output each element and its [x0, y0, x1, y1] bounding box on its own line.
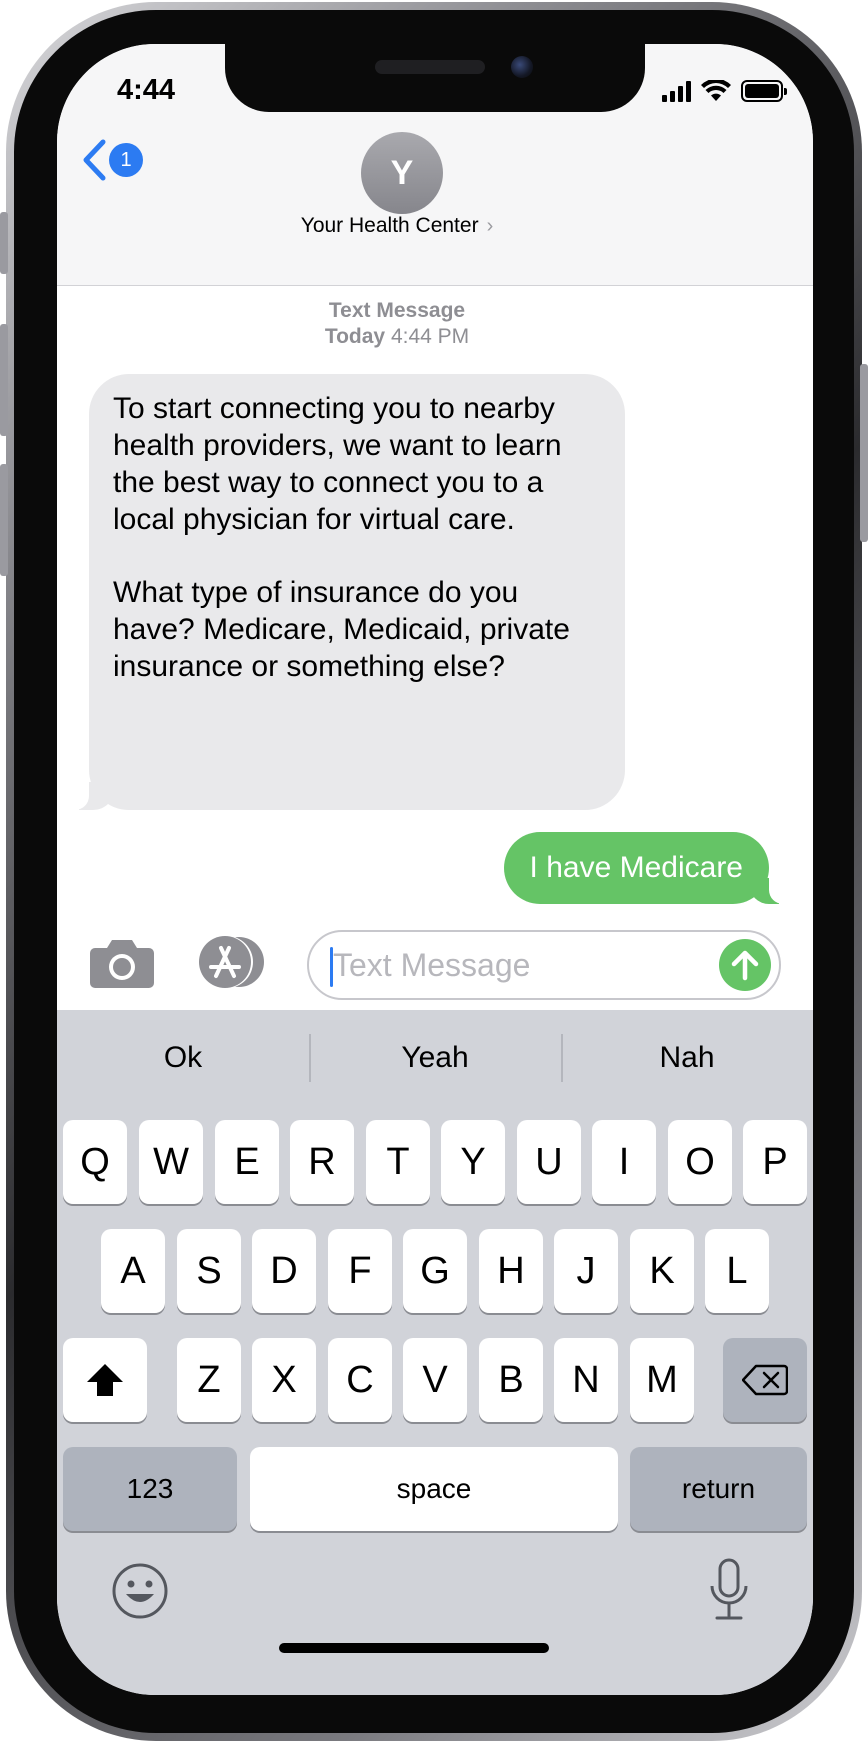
screen: 4:44 1 Y Your Health Center › Text Messa… [57, 44, 813, 1695]
key-i[interactable]: I [592, 1120, 656, 1204]
key-e[interactable]: E [215, 1120, 279, 1204]
space-key[interactable]: space [250, 1447, 618, 1531]
status-time: 4:44 [117, 74, 176, 106]
key-m[interactable]: M [630, 1338, 694, 1422]
volume-down-button [0, 464, 8, 576]
prediction-yeah[interactable]: Yeah [309, 1028, 561, 1088]
microphone-icon [710, 1558, 748, 1620]
status-icons [662, 78, 787, 102]
outgoing-message-bubble[interactable]: I have Medicare [503, 832, 792, 904]
arrow-up-icon [731, 950, 759, 981]
numbers-key[interactable]: 123 [63, 1447, 237, 1531]
keyboard-row-2: A S D F G H J K L [57, 1229, 813, 1313]
contact-avatar[interactable]: Y [361, 132, 443, 214]
power-button [860, 364, 868, 542]
keyboard: Ok Yeah Nah Q W E R T Y U I O P A S D F … [57, 1010, 813, 1695]
shift-icon [87, 1364, 123, 1396]
emoji-icon [112, 1563, 168, 1619]
key-b[interactable]: B [479, 1338, 543, 1422]
delete-key[interactable] [723, 1338, 807, 1422]
key-g[interactable]: G [403, 1229, 467, 1313]
key-k[interactable]: K [630, 1229, 694, 1313]
prediction-ok[interactable]: Ok [57, 1028, 309, 1088]
incoming-message-paragraph: What type of insurance do you have? Medi… [113, 576, 570, 683]
chevron-right-icon: › [486, 214, 494, 237]
key-d[interactable]: D [252, 1229, 316, 1313]
delete-icon [742, 1364, 788, 1396]
key-u[interactable]: U [517, 1120, 581, 1204]
key-j[interactable]: J [554, 1229, 618, 1313]
keyboard-row-1: Q W E R T Y U I O P [57, 1120, 813, 1204]
key-o[interactable]: O [668, 1120, 732, 1204]
key-q[interactable]: Q [63, 1120, 127, 1204]
incoming-message-paragraph: To start connecting you to nearby health… [113, 392, 562, 536]
keyboard-bottom-bar [57, 1550, 813, 1630]
cellular-signal-icon [662, 80, 691, 102]
key-h[interactable]: H [479, 1229, 543, 1313]
key-r[interactable]: R [290, 1120, 354, 1204]
emoji-button[interactable] [111, 1562, 169, 1620]
message-service-label: Text Message [328, 299, 466, 322]
wifi-icon [701, 80, 731, 101]
app-store-button[interactable] [193, 934, 269, 990]
prediction-nah[interactable]: Nah [561, 1028, 813, 1088]
key-s[interactable]: S [177, 1229, 241, 1313]
message-timestamp: Text Message Today 4:44 PM [57, 298, 737, 350]
battery-icon [741, 80, 787, 102]
unread-count-badge: 1 [109, 143, 143, 177]
key-x[interactable]: X [252, 1338, 316, 1422]
keyboard-row-3: Z X C V B N M [57, 1338, 813, 1422]
back-button[interactable]: 1 [81, 139, 143, 181]
send-button[interactable] [719, 939, 771, 991]
earpiece-speaker [375, 60, 485, 74]
notch [225, 44, 645, 112]
message-date: Today 4:44 PM [57, 324, 737, 350]
key-a[interactable]: A [101, 1229, 165, 1313]
contact-name[interactable]: Your Health Center › [57, 214, 737, 238]
incoming-message-bubble[interactable]: To start connecting you to nearby health… [67, 374, 625, 810]
outgoing-message-text: I have Medicare [529, 851, 743, 884]
message-time: 4:44 PM [390, 325, 470, 348]
key-y[interactable]: Y [441, 1120, 505, 1204]
key-t[interactable]: T [366, 1120, 430, 1204]
camera-button[interactable] [89, 936, 155, 990]
contact-name-label: Your Health Center [300, 214, 479, 237]
app-store-icon [199, 936, 264, 988]
key-c[interactable]: C [328, 1338, 392, 1422]
key-f[interactable]: F [328, 1229, 392, 1313]
message-input-field[interactable] [307, 930, 781, 1000]
home-indicator[interactable] [279, 1643, 549, 1653]
key-z[interactable]: Z [177, 1338, 241, 1422]
message-input[interactable] [331, 945, 671, 985]
front-camera [511, 56, 533, 78]
camera-icon [90, 940, 154, 988]
dictation-button[interactable] [707, 1558, 751, 1622]
keyboard-row-4: 123 space return [57, 1447, 813, 1531]
message-composer [57, 924, 813, 1004]
shift-key[interactable] [63, 1338, 147, 1422]
text-cursor [330, 947, 333, 987]
message-day: Today [324, 325, 386, 348]
key-v[interactable]: V [403, 1338, 467, 1422]
chevron-left-icon [83, 139, 106, 181]
predictive-text-bar: Ok Yeah Nah [57, 1028, 813, 1088]
return-key[interactable]: return [630, 1447, 807, 1531]
silent-switch [0, 212, 8, 274]
key-p[interactable]: P [743, 1120, 807, 1204]
key-w[interactable]: W [139, 1120, 203, 1204]
volume-up-button [0, 324, 8, 436]
key-l[interactable]: L [705, 1229, 769, 1313]
key-n[interactable]: N [554, 1338, 618, 1422]
